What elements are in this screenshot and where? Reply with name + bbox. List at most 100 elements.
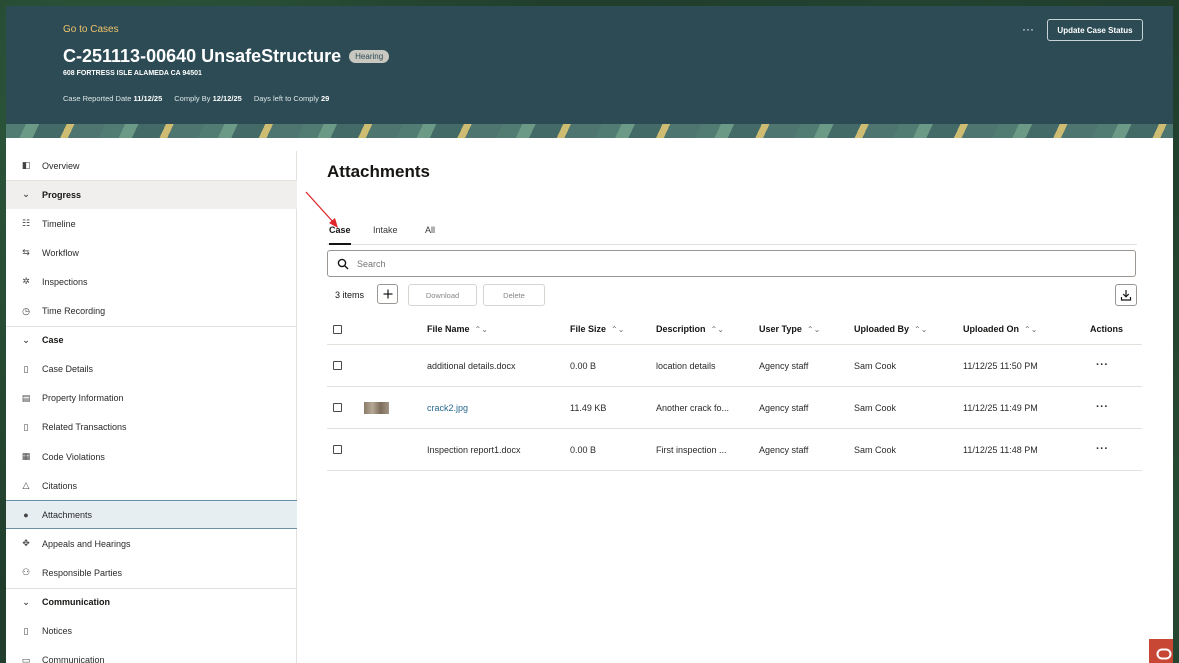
warning-icon: △ <box>22 480 30 491</box>
column-header-file-name[interactable]: File Name ⌃⌄ <box>427 324 488 334</box>
sidebar-item-communication[interactable]: ▭ Communication <box>6 646 297 663</box>
sidebar-section-case[interactable]: ⌄ Case <box>6 326 297 355</box>
search-field[interactable] <box>327 250 1136 277</box>
sidebar-item-label: Property Information <box>42 393 124 404</box>
sidebar-section-progress[interactable]: ⌄ Progress <box>6 180 297 210</box>
people-icon: ⚇ <box>21 567 31 578</box>
uploaded-on-header-label: Uploaded On <box>963 324 1019 334</box>
tab-case[interactable]: Case <box>329 223 351 245</box>
sort-icon: ⌃⌄ <box>1024 324 1038 334</box>
file-size: 11.49 KB <box>570 403 607 413</box>
column-header-description[interactable]: Description ⌃⌄ <box>656 324 724 334</box>
sort-icon: ⌃⌄ <box>474 324 488 334</box>
file-name[interactable]: additional details.docx <box>427 361 516 371</box>
column-header-uploaded-on[interactable]: Uploaded On ⌃⌄ <box>963 324 1037 334</box>
sort-icon: ⌃⌄ <box>914 324 928 334</box>
tab-intake[interactable]: Intake <box>373 223 398 245</box>
attachment-tabs: Case Intake All <box>327 223 1137 245</box>
go-to-cases-link[interactable]: Go to Cases <box>63 24 119 35</box>
sidebar-item-workflow[interactable]: ⇆ Workflow <box>6 238 297 267</box>
sidebar-item-label: Inspections <box>42 276 88 287</box>
sidebar-nav: ◧ Overview ⌄ Progress ☷ Timeline ⇆ Workflow ✲ Ins… <box>6 151 297 663</box>
sidebar-item-related-transactions[interactable]: ▯ Related Transactions <box>6 413 297 442</box>
description: location details <box>656 361 716 371</box>
sort-icon: ⌃⌄ <box>710 324 724 334</box>
select-all-checkbox[interactable] <box>333 325 342 334</box>
file-size: 0.00 B <box>570 445 597 455</box>
sidebar-item-overview[interactable]: ◧ Overview <box>6 151 297 180</box>
communication-icon: ▭ <box>21 654 31 663</box>
page-title: Attachments <box>327 162 430 181</box>
notices-icon: ▯ <box>23 625 29 636</box>
delete-button[interactable]: Delete <box>483 284 545 306</box>
file-size-header-label: File Size <box>570 324 607 334</box>
sidebar-divider <box>6 180 297 182</box>
sidebar-item-citations[interactable]: △ Citations <box>6 471 297 500</box>
transactions-icon: ▯ <box>23 421 29 432</box>
sidebar-item-appeals-and-hearings[interactable]: ✥ Appeals and Hearings <box>6 529 297 558</box>
column-header-file-size[interactable]: File Size ⌃⌄ <box>570 324 624 334</box>
description: First inspection ... <box>656 445 727 455</box>
file-size: 0.00 B <box>570 361 597 371</box>
sidebar-item-timeline[interactable]: ☷ Timeline <box>6 209 297 238</box>
row-checkbox[interactable] <box>333 445 342 454</box>
sidebar-item-notices[interactable]: ▯ Notices <box>6 617 297 646</box>
column-header-user-type[interactable]: User Type ⌃⌄ <box>759 324 820 334</box>
property-icon: ▤ <box>21 392 31 403</box>
plus-icon <box>383 289 392 299</box>
file-name[interactable]: Inspection report1.docx <box>427 445 521 455</box>
sidebar-item-case-details[interactable]: ▯ Case Details <box>6 355 297 384</box>
actions-header-label: Actions <box>1090 324 1124 334</box>
sidebar-item-time-recording[interactable]: ◷ Time Recording <box>6 297 297 326</box>
oracle-help-button[interactable] <box>1149 639 1173 663</box>
sidebar-section-communication[interactable]: ⌄ Communication <box>6 588 297 617</box>
table-divider <box>327 470 1142 471</box>
sidebar-item-label: Case Details <box>42 364 94 375</box>
row-actions-button[interactable]: ··· <box>1096 401 1109 413</box>
row-actions-button[interactable]: ··· <box>1096 359 1109 371</box>
case-title: C-251113-00640 UnsafeStructure <box>63 46 342 66</box>
sort-icon: ⌃⌄ <box>806 324 821 334</box>
sidebar-item-inspections[interactable]: ✲ Inspections <box>6 267 297 296</box>
column-header-uploaded-by[interactable]: Uploaded By ⌃⌄ <box>854 324 927 334</box>
chevron-down-icon: ⌄ <box>22 334 30 345</box>
comply-by-label: Comply By <box>174 94 211 103</box>
appeals-icon: ✥ <box>22 538 30 549</box>
export-button[interactable] <box>1115 284 1137 306</box>
sidebar-item-label: Attachments <box>42 509 93 520</box>
row-checkbox[interactable] <box>333 361 342 370</box>
reported-date-label: Case Reported Date <box>63 94 132 103</box>
case-title-row: C-251113-00640 UnsafeStructure Hearing <box>63 46 390 67</box>
description: Another crack fo... <box>656 403 730 413</box>
update-case-status-button[interactable]: Update Case Status <box>1047 19 1143 41</box>
uploaded-by-header-label: Uploaded By <box>854 324 910 334</box>
more-options-button[interactable]: ··· <box>1016 20 1040 40</box>
download-button[interactable]: Download <box>408 284 477 306</box>
row-actions-button[interactable]: ··· <box>1096 443 1109 455</box>
image-thumbnail[interactable] <box>364 402 389 414</box>
file-name[interactable]: crack2.jpg <box>427 403 468 413</box>
user-type: Agency staff <box>759 445 809 455</box>
case-meta: Case Reported Date 11/12/25 Comply By 12… <box>63 94 329 103</box>
items-count: 3 items <box>335 290 365 300</box>
sidebar-item-property-information[interactable]: ▤ Property Information <box>6 384 297 413</box>
tab-all[interactable]: All <box>425 223 435 245</box>
search-input[interactable] <box>357 258 1117 269</box>
sidebar-item-label: Progress <box>42 189 82 200</box>
header-decorative-band <box>6 124 1173 138</box>
sidebar-item-label: Notices <box>42 626 73 637</box>
violations-icon: ▦ <box>21 451 31 461</box>
add-attachment-button[interactable] <box>377 284 398 304</box>
chevron-down-icon: ⌄ <box>22 596 30 607</box>
user-type: Agency staff <box>759 361 809 371</box>
file-name-header-label: File Name <box>427 324 470 334</box>
row-checkbox[interactable] <box>333 403 342 412</box>
sidebar-item-attachments[interactable]: ● Attachments <box>6 500 297 530</box>
sidebar-item-responsible-parties[interactable]: ⚇ Responsible Parties <box>6 558 297 587</box>
sidebar-item-label: Communication <box>42 655 105 663</box>
table-divider <box>327 428 1142 429</box>
days-left: Days left to Comply 29 <box>254 94 329 103</box>
sidebar-item-code-violations[interactable]: ▦ Code Violations <box>6 442 297 471</box>
sidebar-item-label: Time Recording <box>42 306 106 316</box>
sidebar-item-label: Code Violations <box>42 451 105 462</box>
